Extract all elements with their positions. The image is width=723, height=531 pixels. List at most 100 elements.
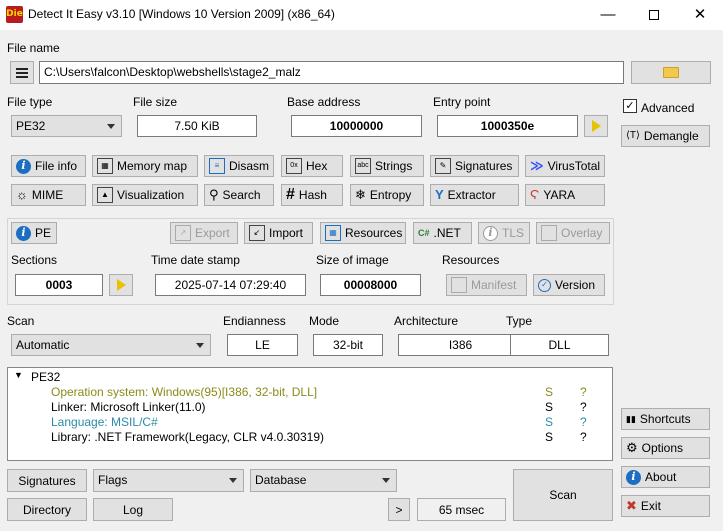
gear-icon: ⚙ <box>626 440 638 455</box>
result-item-language-q[interactable]: ? <box>580 415 587 429</box>
version-button[interactable]: ✓ Version <box>533 274 605 296</box>
architecture-value: I386 <box>398 334 523 356</box>
about-button[interactable]: i About <box>621 466 710 488</box>
title-bar: Die Detect It Easy v3.10 [Windows 10 Ver… <box>0 0 723 30</box>
result-item-os[interactable]: Operation system: Windows(95)[I386, 32-b… <box>51 385 317 399</box>
pe-label: PE <box>35 226 52 240</box>
shortcuts-button[interactable]: ▮▮ Shortcuts <box>621 408 710 430</box>
file-type-select[interactable]: PE32 <box>11 115 122 137</box>
chevron-down-icon <box>196 343 204 348</box>
entry-point-go-button[interactable] <box>584 115 608 137</box>
size-of-image-label: Size of image <box>316 253 389 267</box>
signatures-tool-button[interactable]: ✎ Signatures <box>430 155 519 177</box>
yara-button[interactable]: Ϛ YARA <box>525 184 605 206</box>
base-address-value: 10000000 <box>291 115 422 137</box>
net-button[interactable]: C# .NET <box>413 222 472 244</box>
hash-icon: # <box>286 186 295 203</box>
open-file-button[interactable] <box>631 61 711 84</box>
strings-button[interactable]: abc Strings <box>350 155 424 177</box>
sections-go-button[interactable] <box>109 274 133 296</box>
search-icon: ⚲ <box>209 187 219 202</box>
result-item-library-s[interactable]: S <box>545 430 553 444</box>
close-icon[interactable]: ✕ <box>677 0 723 30</box>
disasm-button[interactable]: ≡ Disasm <box>204 155 274 177</box>
manifest-icon <box>451 277 467 293</box>
database-select[interactable]: Database <box>250 469 397 492</box>
file-info-label: File info <box>35 159 78 173</box>
extractor-button[interactable]: Y Extractor <box>430 184 519 206</box>
image-icon: ▲ <box>97 187 113 203</box>
maximize-icon[interactable] <box>631 0 677 30</box>
minimize-icon[interactable]: — <box>585 0 631 30</box>
visualization-label: Visualization <box>117 188 185 202</box>
result-item-linker-q[interactable]: ? <box>580 400 587 414</box>
sections-value: 0003 <box>15 274 103 296</box>
mime-button[interactable]: ☼ MIME <box>11 184 86 206</box>
about-label: About <box>645 470 677 484</box>
result-item-library[interactable]: Library: .NET Framework(Legacy, CLR v4.0… <box>51 430 324 444</box>
memory-map-button[interactable]: ▦ Memory map <box>92 155 198 177</box>
mime-label: MIME <box>31 188 64 202</box>
tls-button[interactable]: i TLS <box>478 222 530 244</box>
import-button[interactable]: ↙ Import <box>244 222 313 244</box>
options-label: Options <box>641 441 684 455</box>
demangle-label: Demangle <box>643 129 699 143</box>
hash-button[interactable]: # Hash <box>281 184 343 206</box>
info-icon: i <box>626 469 641 485</box>
memory-map-label: Memory map <box>117 159 188 173</box>
file-path-input[interactable]: C:\Users\falcon\Desktop\webshells\stage2… <box>39 61 624 84</box>
file-type-label: File type <box>7 95 53 109</box>
chevron-down-icon <box>382 478 390 483</box>
results-tree[interactable] <box>7 367 613 461</box>
export-button[interactable]: ↗ Export <box>170 222 238 244</box>
result-item-library-q[interactable]: ? <box>580 430 587 444</box>
chevron-down-icon[interactable]: ▼ <box>14 370 23 380</box>
exit-button[interactable]: ✖ Exit <box>621 495 710 517</box>
result-item-linker-s[interactable]: S <box>545 400 553 414</box>
window-title: Detect It Easy v3.10 [Windows 10 Version… <box>28 7 335 21</box>
export-icon: ↗ <box>175 225 191 241</box>
file-info-button[interactable]: i File info <box>11 155 86 177</box>
resources-button[interactable]: ▦ Resources <box>320 222 406 244</box>
search-button[interactable]: ⚲ Search <box>204 184 274 206</box>
yara-icon: Ϛ <box>530 187 540 202</box>
virustotal-button[interactable]: ≫ VirusTotal <box>525 155 605 177</box>
resources-label: Resources <box>345 226 403 240</box>
overlay-button[interactable]: Overlay <box>536 222 610 244</box>
recent-files-button[interactable] <box>10 61 34 84</box>
directory-button[interactable]: Directory <box>7 498 87 521</box>
pe-button[interactable]: i PE <box>11 222 57 244</box>
manifest-label: Manifest <box>471 278 517 292</box>
result-item-language-s[interactable]: S <box>545 415 553 429</box>
flags-label: Flags <box>98 473 128 487</box>
entropy-button[interactable]: ❄ Entropy <box>350 184 424 206</box>
entropy-label: Entropy <box>369 188 412 202</box>
result-item-linker[interactable]: Linker: Microsoft Linker(11.0) <box>51 400 206 414</box>
scan-button[interactable]: Scan <box>513 469 613 521</box>
csharp-icon: C# <box>418 228 430 238</box>
type-label: Type <box>506 314 533 328</box>
log-button[interactable]: Log <box>93 498 173 521</box>
options-button[interactable]: ⚙ Options <box>621 437 710 459</box>
result-item-os-s[interactable]: S <box>545 385 553 399</box>
app-icon: Die <box>6 6 23 23</box>
signatures-button[interactable]: Signatures <box>7 469 87 492</box>
manifest-button[interactable]: Manifest <box>446 274 527 296</box>
flags-select[interactable]: Flags <box>93 469 244 492</box>
overlay-label: Overlay <box>561 226 603 240</box>
result-item-language[interactable]: Language: MSIL/C# <box>51 415 158 429</box>
hex-button[interactable]: 0x Hex <box>281 155 343 177</box>
more-button[interactable]: > <box>388 498 410 521</box>
scan-mode-select[interactable]: Automatic <box>11 334 211 356</box>
demangle-button[interactable]: ⟨T⟩ Demangle <box>621 125 710 147</box>
strings-label: Strings <box>375 159 413 173</box>
extractor-label: Extractor <box>447 188 496 202</box>
file-size-value: 7.50 KiB <box>137 115 257 137</box>
result-item-os-q[interactable]: ? <box>580 385 587 399</box>
export-label: Export <box>195 226 230 240</box>
exit-label: Exit <box>640 499 661 513</box>
resources-icon: ▦ <box>325 225 341 241</box>
visualization-button[interactable]: ▲ Visualization <box>92 184 198 206</box>
advanced-checkbox[interactable]: ✓ <box>623 99 637 113</box>
results-root[interactable]: PE32 <box>31 370 60 384</box>
